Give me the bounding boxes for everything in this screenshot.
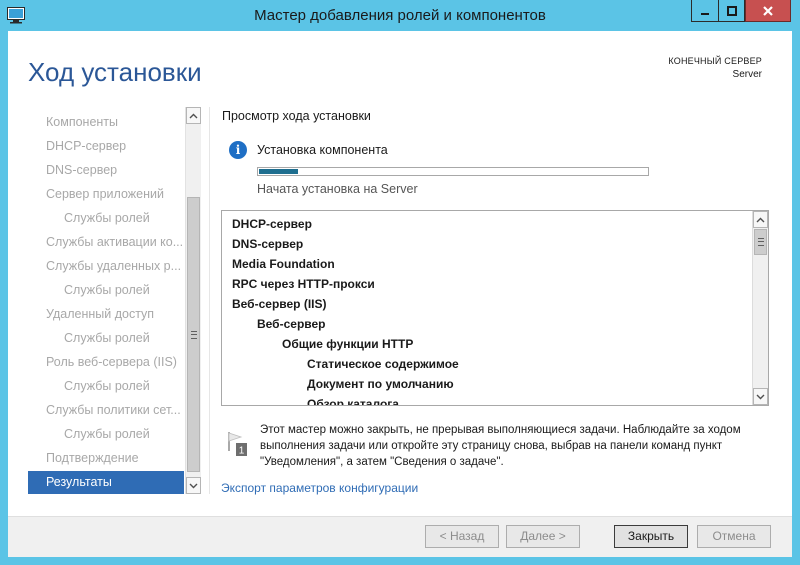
nav-item-results[interactable]: Результаты [28,471,184,494]
nav-item-role-services[interactable]: Службы ролей [28,279,184,302]
install-started-text: Начата установка на Server [257,182,418,196]
list-item: Обзор каталога [307,397,399,406]
nav-item-components[interactable]: Компоненты [28,111,184,134]
scroll-thumb[interactable] [187,197,200,472]
destination-server-name: Server [732,69,762,80]
list-item: Статическое содержимое [307,357,459,371]
grip-icon [757,238,764,246]
chevron-down-icon [756,394,765,399]
nav-item-volume-activation[interactable]: Службы активации ко... [28,231,184,254]
back-button[interactable]: < Назад [425,525,499,548]
close-wizard-note: Этот мастер можно закрыть, не прерывая в… [260,424,741,468]
export-config-link[interactable]: Экспорт параметров конфигурации [221,481,418,495]
info-icon: i [229,141,247,159]
cancel-button[interactable]: Отмена [697,525,771,548]
notification-count: 1 [239,446,245,457]
chevron-down-icon [189,483,198,488]
scroll-down-button[interactable] [753,388,768,405]
wizard-window: Мастер добавления ролей и компонентов Хо… [0,0,800,565]
features-list[interactable]: DHCP-сервер DNS-сервер Media Foundation … [221,210,769,406]
nav-item-remote-access[interactable]: Удаленный доступ [28,303,184,326]
scroll-up-button[interactable] [753,211,768,228]
chevron-up-icon [189,113,198,118]
nav-item-network-policy[interactable]: Службы политики сет... [28,399,184,422]
notification-flag-icon: 1 [228,432,247,457]
list-item: Media Foundation [232,257,335,271]
next-button[interactable]: Далее > [506,525,580,548]
progress-fill [259,169,298,174]
wizard-client-area: Ход установки КОНЕЧНЫЙ СЕРВЕР Server Ком… [8,31,792,557]
install-progress-bar [257,167,649,176]
nav-divider [209,107,210,494]
list-item: RPC через HTTP-прокси [232,277,375,291]
nav-item-remote-desktop[interactable]: Службы удаленных р... [28,255,184,278]
nav-item-web-server-role[interactable]: Роль веб-сервера (IIS) [28,351,184,374]
wizard-step-nav: Компоненты DHCP-сервер DNS-сервер Сервер… [28,107,201,494]
nav-item-app-server[interactable]: Сервер приложений [28,183,184,206]
nav-item-role-services[interactable]: Службы ролей [28,327,184,350]
close-icon [763,5,773,16]
list-item: Документ по умолчанию [307,377,454,391]
grip-icon [190,330,197,339]
list-item: DHCP-сервер [232,217,312,231]
nav-scrollbar[interactable] [185,107,201,494]
section-heading: Просмотр хода установки [222,109,371,123]
nav-item-confirmation[interactable]: Подтверждение [28,447,184,470]
list-item: Веб-сервер [257,317,326,331]
nav-item-dns[interactable]: DNS-сервер [28,159,184,182]
list-item: DNS-сервер [232,237,304,251]
maximize-button[interactable] [718,0,745,22]
close-button[interactable]: Закрыть [614,525,688,548]
install-status-label: Установка компонента [257,143,388,157]
scroll-thumb[interactable] [754,229,767,255]
nav-item-role-services[interactable]: Службы ролей [28,375,184,398]
window-title: Мастер добавления ролей и компонентов [254,7,546,24]
chevron-up-icon [756,217,765,222]
scroll-down-button[interactable] [186,477,201,494]
features-scrollbar[interactable] [752,211,768,405]
close-window-button[interactable] [745,0,791,22]
nav-item-role-services[interactable]: Службы ролей [28,423,184,446]
page-title: Ход установки [28,57,202,87]
minimize-button[interactable] [691,0,718,22]
scroll-up-button[interactable] [186,107,201,124]
maximize-icon [726,5,737,16]
minimize-icon [701,12,709,15]
list-item: Веб-сервер (IIS) [232,297,327,311]
nav-item-dhcp[interactable]: DHCP-сервер [28,135,184,158]
destination-server-label: КОНЕЧНЫЙ СЕРВЕР [668,56,762,66]
title-bar[interactable]: Мастер добавления ролей и компонентов [0,0,800,32]
list-item: Общие функции HTTP [282,337,414,351]
nav-item-role-services[interactable]: Службы ролей [28,207,184,230]
